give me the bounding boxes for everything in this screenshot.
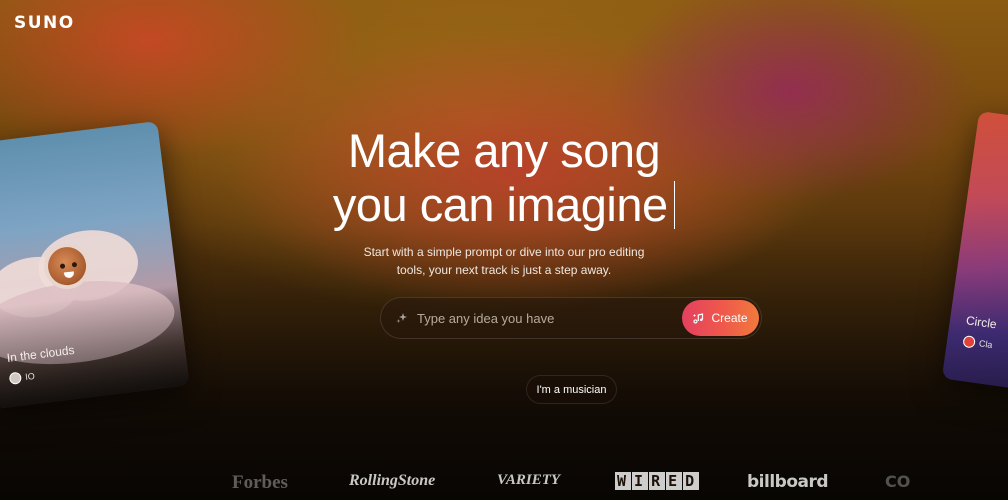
hero-title-line-1: Make any song <box>347 124 661 177</box>
billboard-logo: billboard <box>747 472 829 492</box>
prompt-bar[interactable]: Create <box>380 297 762 339</box>
music-note-sparkle-icon <box>693 313 704 324</box>
subtitle-line-1: Start with a simple prompt or dive into … <box>363 245 645 259</box>
sparkle-icon <box>396 313 407 323</box>
press-logos: Forbes RollingStone VARIETY WIRED billbo… <box>0 466 1008 500</box>
artist-name: IO <box>24 370 36 382</box>
suno-logo[interactable]: SUNO <box>14 13 75 33</box>
song-title: Circle <box>965 313 998 332</box>
variety-logo: VARIETY <box>497 472 561 488</box>
hero-title-line-2: you can imagine <box>0 178 1008 232</box>
hero-title-line-2-text: you can imagine <box>332 178 668 231</box>
song-artist[interactable]: Cla <box>962 335 993 351</box>
subtitle-line-2: tools, your next track is just a step aw… <box>396 263 612 277</box>
text-caret <box>673 181 676 229</box>
forbes-logo: Forbes <box>232 472 288 493</box>
hero-title: Make any song you can imagine <box>0 124 1008 232</box>
artist-name: Cla <box>978 338 994 351</box>
create-button-label: Create <box>711 311 748 325</box>
create-button[interactable]: Create <box>682 300 759 336</box>
avatar <box>8 371 23 385</box>
hero-subtitle: Start with a simple prompt or dive into … <box>0 243 1008 279</box>
avatar <box>962 335 976 349</box>
partial-press-logo: CO <box>885 472 911 491</box>
rolling-stone-logo: RollingStone <box>349 472 436 489</box>
wired-logo: WIRED <box>615 472 700 490</box>
musician-button[interactable]: I'm a musician <box>526 375 617 404</box>
